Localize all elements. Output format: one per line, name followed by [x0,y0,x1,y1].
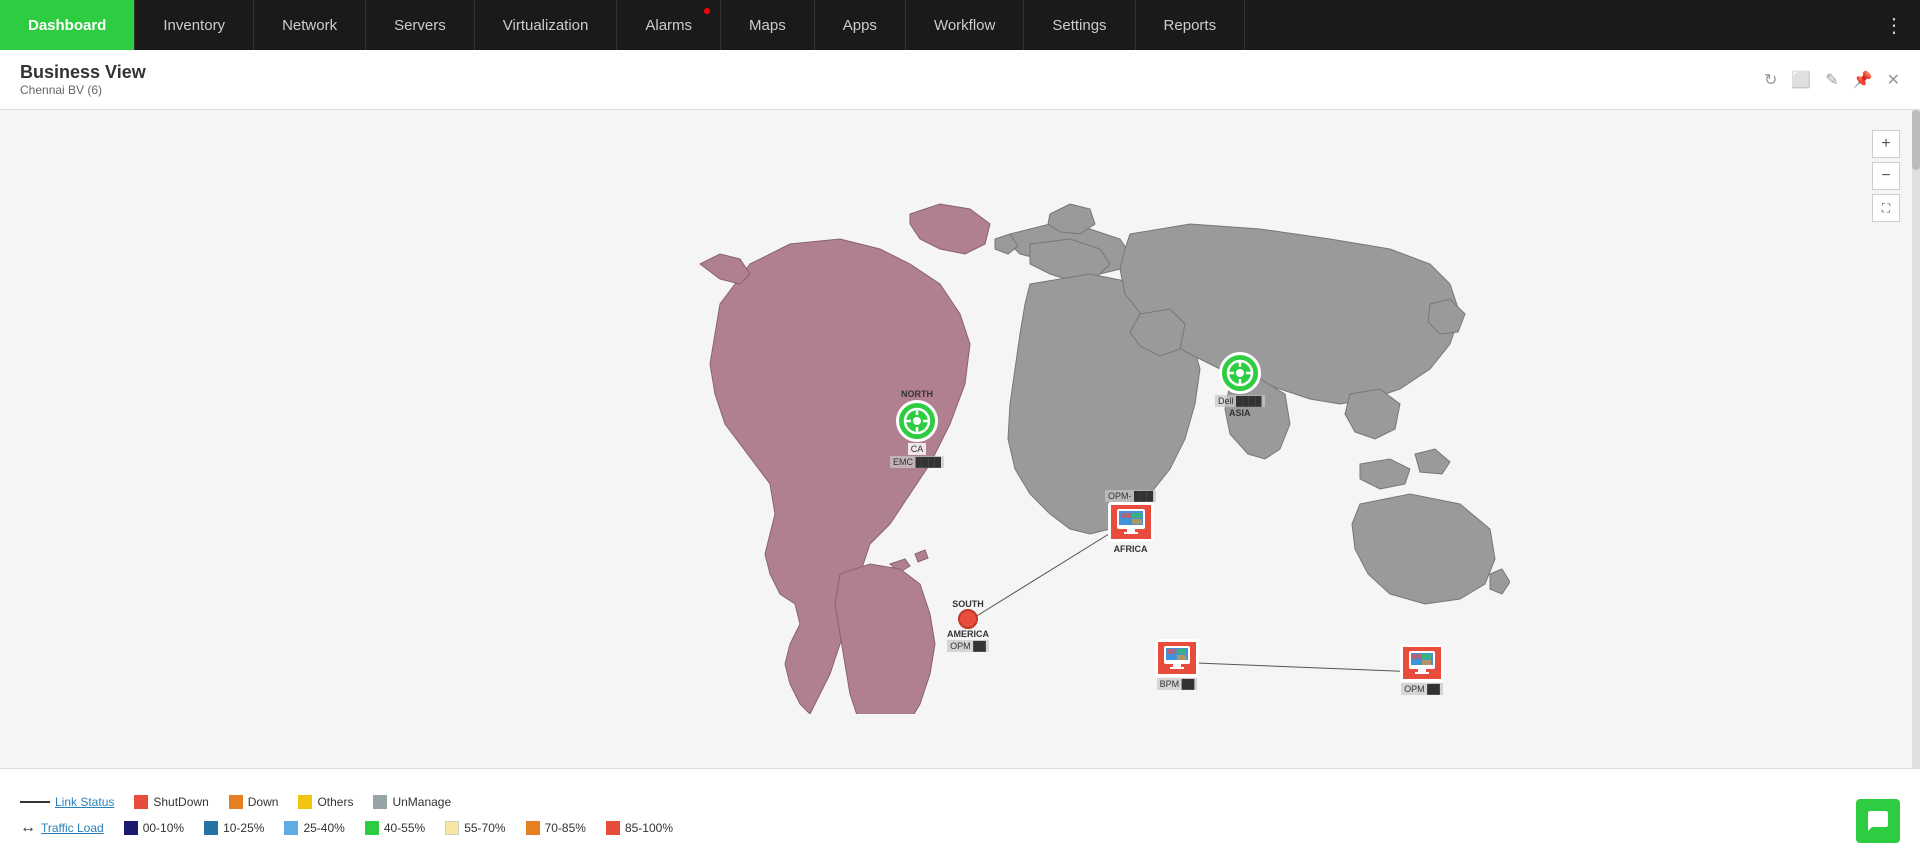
nav-reports[interactable]: Reports [1136,0,1246,50]
zoom-out-button[interactable]: − [1872,162,1900,190]
traffic-40-55-color [365,821,379,835]
header-actions: ↻ ⬜ ✎ 📌 ✕ [1764,70,1900,90]
node-north-ca-sublabel: EMC ████ [890,456,944,468]
others-color [298,795,312,809]
traffic-25-40-color [284,821,298,835]
refresh-icon[interactable]: ↻ [1764,70,1777,90]
zoom-in-button[interactable]: + [1872,130,1900,158]
traffic-55-70-color [445,821,459,835]
legend-shutdown: ShutDown [134,795,208,809]
nav-settings[interactable]: Settings [1024,0,1135,50]
legend-row-traffic: ↔ Traffic Load 00-10% 10-25% 25-40% 40-5… [20,819,1900,837]
chat-button[interactable] [1856,799,1900,843]
nav-more-button[interactable]: ⋮ [1868,0,1920,50]
traffic-10-25-color [204,821,218,835]
others-label: Others [317,795,353,809]
legend-55-70: 55-70% [445,821,505,835]
traffic-55-70-label: 55-70% [464,821,505,835]
node-north-ca[interactable]: NORTH CA EMC ████ [890,389,944,468]
close-icon[interactable]: ✕ [1887,70,1900,90]
node-south-america-sublabel: OPM ██ [947,640,989,652]
legend-bar: Link Status ShutDown Down Others UnManag… [0,768,1920,863]
node-australia[interactable]: OPM ██ [1400,644,1444,695]
shutdown-label: ShutDown [153,795,208,809]
node-asia[interactable]: Dell ████ ASIA [1215,352,1265,418]
save-icon[interactable]: ⬜ [1791,70,1811,90]
map-container: NORTH CA EMC ████ [0,110,1920,768]
legend-00-10: 00-10% [124,821,184,835]
nav-alarms[interactable]: Alarms [617,0,721,50]
legend-link-status: Link Status [20,795,114,809]
node-africa-south[interactable]: BPM ██ [1155,639,1199,690]
nav-servers[interactable]: Servers [366,0,475,50]
traffic-load-label[interactable]: Traffic Load [41,821,104,835]
shutdown-color [134,795,148,809]
zoom-controls: + − ⛶ [1872,130,1900,222]
unmanage-color [373,795,387,809]
node-africa[interactable]: OPM- ███ AFRICA [1105,489,1156,554]
node-north-ca-label: CA [908,443,927,455]
traffic-40-55-label: 40-55% [384,821,425,835]
page-subtitle: Chennai BV (6) [20,83,146,97]
traffic-70-85-label: 70-85% [545,821,586,835]
fullscreen-button[interactable]: ⛶ [1872,194,1900,222]
legend-traffic-load: ↔ Traffic Load [20,819,104,837]
navbar: Dashboard Inventory Network Servers Virt… [0,0,1920,50]
traffic-00-10-label: 00-10% [143,821,184,835]
legend-10-25: 10-25% [204,821,264,835]
main-content: NORTH CA EMC ████ [0,110,1920,768]
nav-maps[interactable]: Maps [721,0,815,50]
node-south-america[interactable]: SOUTH AMERICA OPM ██ [947,599,989,652]
header-left: Business View Chennai BV (6) [20,62,146,97]
pin-icon[interactable]: 📌 [1853,70,1873,90]
down-label: Down [248,795,279,809]
right-scrollbar[interactable] [1912,110,1920,768]
node-africa-sublabel: OPM- ███ [1105,490,1156,502]
traffic-00-10-color [124,821,138,835]
nav-virtualization[interactable]: Virtualization [475,0,618,50]
legend-70-85: 70-85% [526,821,586,835]
scrollbar-thumb [1912,110,1920,170]
nav-apps[interactable]: Apps [815,0,906,50]
legend-others: Others [298,795,353,809]
node-australia-sublabel: OPM ██ [1401,683,1443,695]
legend-down: Down [229,795,279,809]
nav-dashboard[interactable]: Dashboard [0,0,135,50]
link-status-label[interactable]: Link Status [55,795,114,809]
traffic-25-40-label: 25-40% [303,821,344,835]
legend-40-55: 40-55% [365,821,425,835]
legend-85-100: 85-100% [606,821,673,835]
legend-line-icon [20,801,50,803]
legend-unmanage: UnManage [373,795,451,809]
nav-inventory[interactable]: Inventory [135,0,254,50]
traffic-85-100-color [606,821,620,835]
unmanage-label: UnManage [392,795,451,809]
traffic-70-85-color [526,821,540,835]
world-map: NORTH CA EMC ████ [410,184,1510,714]
legend-row-link: Link Status ShutDown Down Others UnManag… [20,795,1900,809]
node-africa-south-sublabel: BPM ██ [1157,678,1198,690]
page-title: Business View [20,62,146,83]
traffic-85-100-label: 85-100% [625,821,673,835]
nav-workflow[interactable]: Workflow [906,0,1024,50]
nav-network[interactable]: Network [254,0,366,50]
node-asia-sublabel: Dell ████ [1215,395,1265,407]
traffic-arrow-icon: ↔ [20,819,36,837]
down-color [229,795,243,809]
header-bar: Business View Chennai BV (6) ↻ ⬜ ✎ 📌 ✕ [0,50,1920,110]
legend-25-40: 25-40% [284,821,344,835]
traffic-10-25-label: 10-25% [223,821,264,835]
edit-icon[interactable]: ✎ [1825,70,1838,90]
